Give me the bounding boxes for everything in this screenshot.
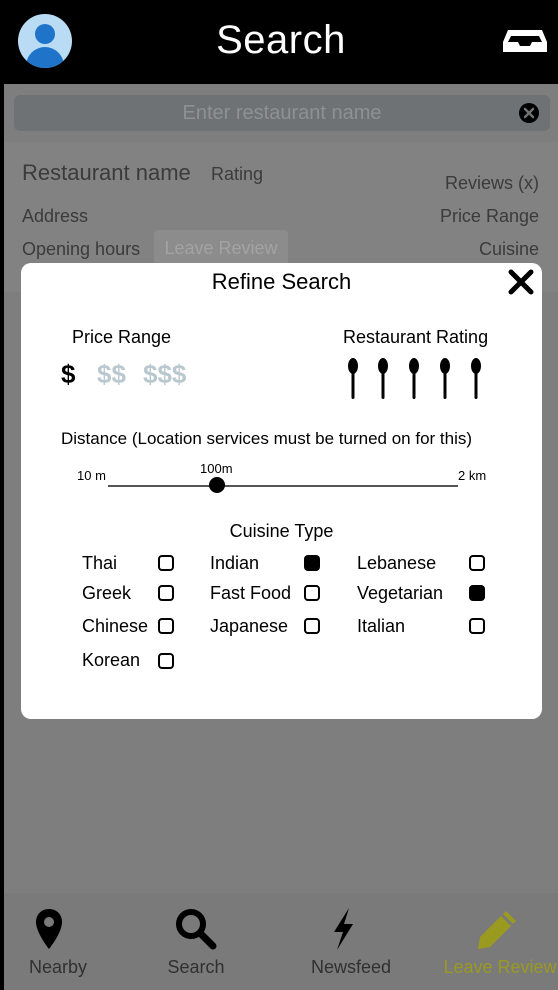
distance-slider-track[interactable] (108, 485, 458, 487)
checkbox-indian[interactable] (304, 555, 320, 571)
price-option-3[interactable]: $$$ (143, 359, 186, 390)
restaurant-price-range: Price Range (439, 206, 539, 226)
close-icon[interactable] (508, 269, 534, 295)
nav-label-nearby: Nearby (28, 957, 88, 977)
refine-search-dialog: Refine Search Price Range $ $$ $$$ Resta… (21, 263, 542, 719)
restaurant-cuisine: Cuisine (478, 239, 539, 259)
distance-max-label: 2 km (458, 468, 487, 483)
location-pin-icon (36, 909, 62, 949)
distance-slider-handle[interactable] (209, 477, 225, 493)
spoon-icon[interactable] (469, 358, 483, 402)
nav-nearby[interactable]: Nearby (4, 893, 124, 990)
restaurant-rating: Rating (211, 164, 264, 184)
inbox-icon[interactable] (502, 28, 548, 54)
checkbox-korean[interactable] (158, 653, 174, 669)
price-range-label: Price Range (72, 327, 172, 347)
nav-label-leave-review: Leave Review (443, 957, 557, 977)
nav-search[interactable]: Search (136, 893, 256, 990)
cuisine-label-fast-food: Fast Food (210, 583, 292, 603)
distance-value-label: 100m (200, 461, 233, 476)
bottom-navigation: Nearby Search Newsfeed Leave Review (4, 893, 558, 990)
dialog-title: Refine Search (211, 269, 352, 294)
restaurant-name: Restaurant name (22, 160, 191, 185)
checkbox-greek[interactable] (158, 585, 174, 601)
spoon-icon[interactable] (407, 358, 421, 402)
checkbox-lebanese[interactable] (469, 555, 485, 571)
nav-leave-review[interactable]: Leave Review (440, 893, 558, 990)
cuisine-label-korean: Korean (82, 650, 141, 670)
cuisine-label-chinese: Chinese (82, 616, 149, 636)
leave-review-button[interactable]: Leave Review (154, 230, 288, 266)
nav-label-newsfeed: Newsfeed (310, 957, 392, 977)
cuisine-label-japanese: Japanese (210, 616, 289, 636)
checkbox-japanese[interactable] (304, 618, 320, 634)
restaurant-reviews: Reviews (x) (444, 173, 539, 193)
cuisine-type-label: Cuisine Type (229, 521, 334, 541)
restaurant-opening-hours: Opening hours (22, 239, 141, 259)
page-title: Search (216, 18, 346, 62)
checkbox-fast-food[interactable] (304, 585, 320, 601)
spoon-icon[interactable] (376, 358, 390, 402)
checkbox-vegetarian[interactable] (469, 585, 485, 601)
checkbox-italian[interactable] (469, 618, 485, 634)
price-option-1[interactable]: $ (61, 359, 75, 390)
cuisine-label-greek: Greek (82, 583, 132, 603)
distance-min-label: 10 m (77, 468, 106, 483)
cuisine-label-vegetarian: Vegetarian (357, 583, 444, 603)
price-option-2[interactable]: $$ (97, 359, 126, 390)
app-screen: Search Enter restaurant name Restaurant … (4, 0, 558, 990)
top-bar: Search (4, 0, 558, 84)
lightning-icon (334, 908, 353, 950)
pencil-icon (478, 911, 516, 949)
search-input[interactable]: Enter restaurant name (14, 95, 550, 131)
cuisine-label-indian: Indian (210, 553, 260, 573)
cuisine-label-lebanese: Lebanese (357, 553, 437, 573)
restaurant-rating-label: Restaurant Rating (343, 327, 489, 347)
search-placeholder: Enter restaurant name (182, 102, 382, 124)
clear-icon[interactable] (518, 102, 540, 124)
cuisine-label-italian: Italian (357, 616, 406, 636)
distance-label: Distance (Location services must be turn… (61, 429, 473, 448)
restaurant-address: Address (22, 206, 89, 226)
checkbox-chinese[interactable] (158, 618, 174, 634)
cuisine-label-thai: Thai (82, 553, 118, 573)
nav-label-search: Search (167, 957, 225, 977)
spoon-icon[interactable] (346, 358, 360, 402)
search-icon (176, 909, 217, 950)
nav-newsfeed[interactable]: Newsfeed (291, 893, 411, 990)
spoon-icon[interactable] (438, 358, 452, 402)
checkbox-thai[interactable] (158, 555, 174, 571)
